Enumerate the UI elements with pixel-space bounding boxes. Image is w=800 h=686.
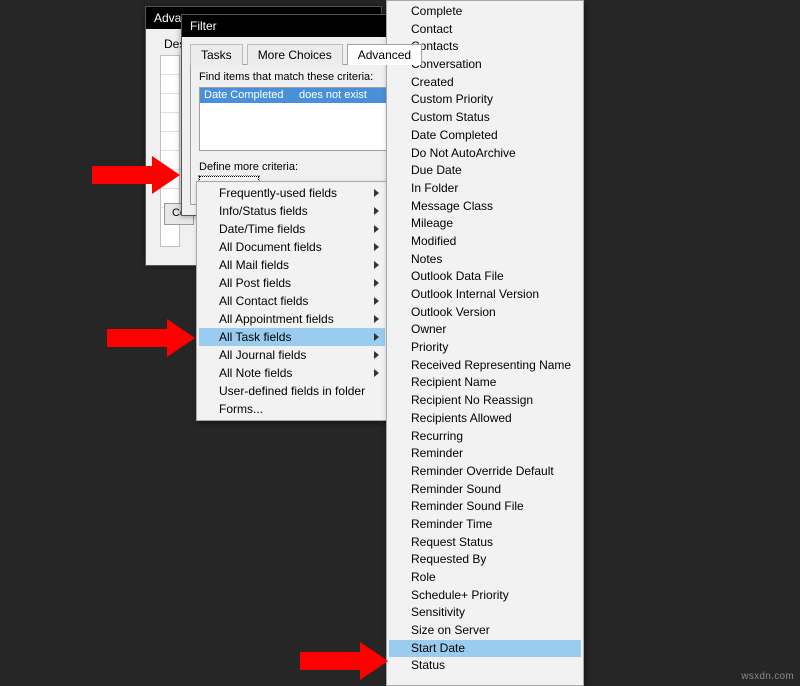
chevron-right-icon	[374, 315, 379, 323]
task-fields-menu: CompleteContactContactsConversationCreat…	[386, 0, 584, 686]
task-field-item[interactable]: Reminder Sound	[389, 481, 581, 499]
field-category-item[interactable]: Frequently-used fields	[199, 184, 385, 202]
field-category-item[interactable]: All Appointment fields	[199, 310, 385, 328]
chevron-right-icon	[374, 333, 379, 341]
task-field-item[interactable]: Requested By	[389, 551, 581, 569]
task-field-item[interactable]: Outlook Internal Version	[389, 286, 581, 304]
field-category-item[interactable]: All Note fields	[199, 364, 385, 382]
task-field-item[interactable]: In Folder	[389, 180, 581, 198]
chevron-right-icon	[374, 279, 379, 287]
task-field-item[interactable]: Size on Server	[389, 622, 581, 640]
task-field-item[interactable]: Custom Status	[389, 109, 581, 127]
tab-tasks[interactable]: Tasks	[190, 44, 243, 65]
menu-item-label: All Journal fields	[219, 346, 306, 364]
task-field-item[interactable]: Reminder Sound File	[389, 498, 581, 516]
task-field-item[interactable]: Custom Priority	[389, 91, 581, 109]
menu-item-label: All Mail fields	[219, 256, 289, 274]
task-field-item[interactable]: Complete	[389, 3, 581, 21]
chevron-right-icon	[374, 297, 379, 305]
task-field-item[interactable]: Contact	[389, 21, 581, 39]
task-field-item[interactable]: Recurring	[389, 428, 581, 446]
task-field-item[interactable]: Status	[389, 657, 581, 675]
menu-item-label: Date/Time fields	[219, 220, 305, 238]
chevron-right-icon	[374, 369, 379, 377]
task-field-item[interactable]: Notes	[389, 251, 581, 269]
menu-item-label: User-defined fields in folder	[219, 382, 365, 400]
field-category-item[interactable]: Date/Time fields	[199, 220, 385, 238]
task-field-item[interactable]: Do Not AutoArchive	[389, 145, 581, 163]
task-field-item[interactable]: Start Date	[389, 640, 581, 658]
field-category-item[interactable]: All Post fields	[199, 274, 385, 292]
task-field-item[interactable]: Recipients Allowed	[389, 410, 581, 428]
task-field-item[interactable]: Mileage	[389, 215, 581, 233]
task-field-item[interactable]: Reminder	[389, 445, 581, 463]
task-field-item[interactable]: Recipient No Reassign	[389, 392, 581, 410]
tab-more-choices[interactable]: More Choices	[247, 44, 343, 65]
field-category-menu: Frequently-used fieldsInfo/Status fields…	[196, 181, 388, 421]
field-category-item[interactable]: All Journal fields	[199, 346, 385, 364]
task-field-item[interactable]: Modified	[389, 233, 581, 251]
tab-advanced[interactable]: Advanced	[347, 44, 422, 65]
chevron-right-icon	[374, 351, 379, 359]
field-category-item[interactable]: User-defined fields in folder	[199, 382, 385, 400]
menu-item-label: All Contact fields	[219, 292, 308, 310]
task-field-item[interactable]: Outlook Data File	[389, 268, 581, 286]
task-field-item[interactable]: Owner	[389, 321, 581, 339]
menu-item-label: All Post fields	[219, 274, 291, 292]
menu-item-label: All Note fields	[219, 364, 292, 382]
chevron-right-icon	[374, 189, 379, 197]
task-field-item[interactable]: Outlook Version	[389, 304, 581, 322]
field-category-item[interactable]: All Task fields	[199, 328, 385, 346]
criteria-condition: does not exist	[299, 88, 367, 103]
criteria-field: Date Completed	[200, 88, 299, 103]
task-field-item[interactable]: Due Date	[389, 162, 581, 180]
task-field-item[interactable]: Received Representing Name	[389, 357, 581, 375]
chevron-right-icon	[374, 207, 379, 215]
task-field-item[interactable]: Created	[389, 74, 581, 92]
menu-item-label: All Appointment fields	[219, 310, 334, 328]
task-field-item[interactable]: Sensitivity	[389, 604, 581, 622]
field-category-item[interactable]: All Document fields	[199, 238, 385, 256]
task-field-item[interactable]: Reminder Override Default	[389, 463, 581, 481]
task-field-item[interactable]: Priority	[389, 339, 581, 357]
task-field-item[interactable]: Reminder Time	[389, 516, 581, 534]
field-category-item[interactable]: All Contact fields	[199, 292, 385, 310]
field-category-item[interactable]: Forms...	[199, 400, 385, 418]
menu-item-label: All Task fields	[219, 328, 291, 346]
chevron-right-icon	[374, 243, 379, 251]
menu-item-label: All Document fields	[219, 238, 322, 256]
menu-item-label: Info/Status fields	[219, 202, 308, 220]
chevron-right-icon	[374, 225, 379, 233]
field-category-item[interactable]: Info/Status fields	[199, 202, 385, 220]
chevron-right-icon	[374, 261, 379, 269]
field-category-item[interactable]: All Mail fields	[199, 256, 385, 274]
task-field-item[interactable]: Schedule+ Priority	[389, 587, 581, 605]
task-field-item[interactable]: Date Completed	[389, 127, 581, 145]
task-field-item[interactable]: Message Class	[389, 198, 581, 216]
task-field-item[interactable]: Recipient Name	[389, 374, 581, 392]
task-field-item[interactable]: Request Status	[389, 534, 581, 552]
watermark: wsxdn.com	[741, 671, 794, 682]
menu-item-label: Frequently-used fields	[219, 184, 337, 202]
task-field-item[interactable]: Role	[389, 569, 581, 587]
menu-item-label: Forms...	[219, 400, 263, 418]
